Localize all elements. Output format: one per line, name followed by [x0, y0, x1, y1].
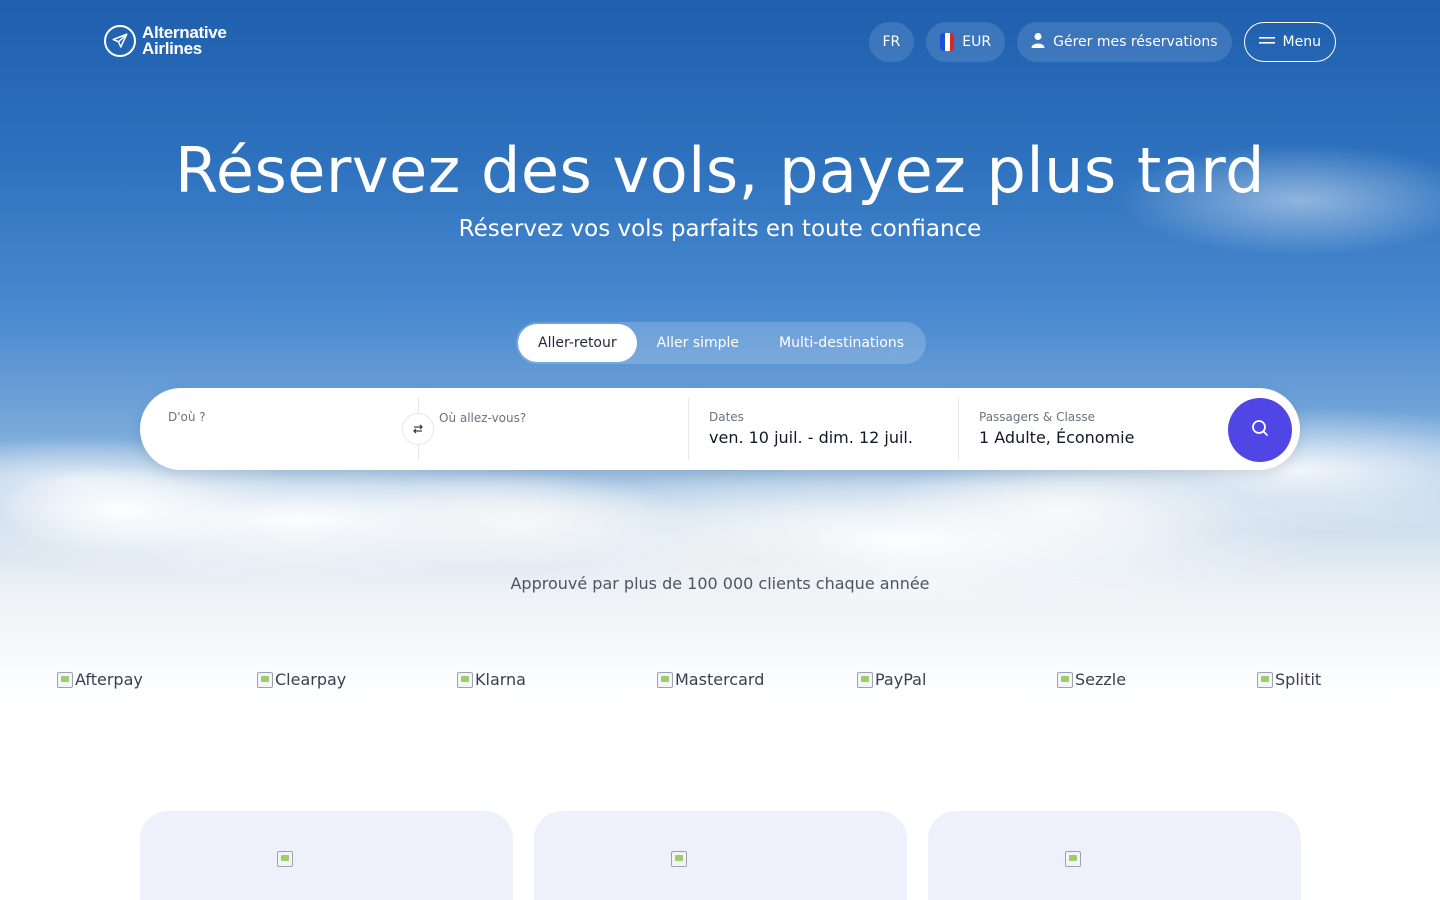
broken-image-icon	[277, 851, 293, 867]
broken-image-icon	[671, 851, 687, 867]
payment-logo-alt: Sezzle	[1075, 670, 1127, 689]
page-title: Réservez des vols, payez plus tard	[175, 134, 1265, 207]
broken-image-icon	[57, 671, 73, 688]
menu-label: Menu	[1282, 34, 1321, 50]
brand-name-line2: Airlines	[142, 39, 202, 58]
site-logo[interactable]: Alternative Airlines	[104, 24, 227, 58]
brand-name: Alternative Airlines	[142, 24, 227, 58]
payment-logo-alt: Klarna	[475, 670, 526, 689]
feature-card[interactable]	[534, 811, 907, 900]
payment-logo-alt: Clearpay	[275, 670, 347, 689]
paper-plane-icon	[104, 25, 136, 57]
search-button[interactable]	[1228, 398, 1292, 462]
payment-logo-paypal: PayPal	[857, 670, 1057, 689]
payment-logo-alt: Mastercard	[675, 670, 765, 689]
dates-label: Dates	[709, 410, 744, 424]
currency-button[interactable]: EUR	[926, 22, 1006, 62]
currency-label: EUR	[962, 34, 992, 50]
payment-logo-alt: Afterpay	[75, 670, 143, 689]
hamburger-icon	[1258, 34, 1275, 50]
origin-label: D'où ?	[168, 410, 206, 424]
feature-card[interactable]	[140, 811, 513, 900]
broken-image-icon	[1057, 671, 1073, 688]
passengers-value: 1 Adulte, Économie	[979, 428, 1135, 447]
payment-logos: Afterpay Clearpay Klarna Mastercard PayP…	[57, 670, 1440, 689]
trip-type-tabs: Aller-retour Aller simple Multi-destinat…	[516, 322, 927, 364]
tab-multi-city[interactable]: Multi-destinations	[759, 324, 924, 362]
origin-field[interactable]: D'où ?	[148, 398, 418, 460]
language-label: FR	[882, 34, 901, 50]
manage-bookings-button[interactable]: Gérer mes réservations	[1017, 22, 1232, 62]
broken-image-icon	[657, 671, 673, 688]
payment-logo-sezzle: Sezzle	[1057, 670, 1257, 689]
flight-search-bar: D'où ? Où allez-vous? Dates ven. 10 juil…	[140, 388, 1300, 470]
tab-one-way[interactable]: Aller simple	[637, 324, 759, 362]
page-subtitle: Réservez vos vols parfaits en toute conf…	[458, 216, 982, 242]
manage-bookings-label: Gérer mes réservations	[1053, 34, 1218, 50]
broken-image-icon	[257, 671, 273, 688]
payment-logo-clearpay: Clearpay	[257, 670, 457, 689]
feature-cards	[140, 811, 1301, 900]
top-nav: FR EUR Gérer mes réservations Menu	[868, 22, 1336, 62]
payment-logo-mastercard: Mastercard	[657, 670, 857, 689]
passengers-label: Passagers & Classe	[979, 410, 1096, 424]
payment-logo-afterpay: Afterpay	[57, 670, 257, 689]
passengers-field[interactable]: Passagers & Classe 1 Adulte, Économie	[959, 398, 1219, 460]
payment-logo-alt: Splitit	[1275, 670, 1322, 689]
feature-card[interactable]	[928, 811, 1301, 900]
language-button[interactable]: FR	[868, 22, 915, 62]
destination-field[interactable]: Où allez-vous?	[419, 398, 689, 460]
broken-image-icon	[457, 671, 473, 688]
dates-value: ven. 10 juil. - dim. 12 juil.	[709, 428, 913, 447]
payment-logo-klarna: Klarna	[457, 670, 657, 689]
destination-label: Où allez-vous?	[439, 411, 527, 425]
user-icon	[1031, 32, 1045, 52]
payment-logo-alt: PayPal	[875, 670, 927, 689]
menu-button[interactable]: Menu	[1243, 22, 1336, 62]
tab-round-trip[interactable]: Aller-retour	[518, 324, 637, 362]
search-icon	[1250, 418, 1270, 442]
broken-image-icon	[1065, 851, 1081, 867]
trust-statement: Approuvé par plus de 100 000 clients cha…	[510, 574, 930, 593]
broken-image-icon	[857, 671, 873, 688]
france-flag-icon	[940, 33, 955, 51]
broken-image-icon	[1257, 671, 1273, 688]
dates-field[interactable]: Dates ven. 10 juil. - dim. 12 juil.	[689, 398, 959, 460]
payment-logo-splitit: Splitit	[1257, 670, 1440, 689]
cloud-band	[0, 450, 1440, 670]
